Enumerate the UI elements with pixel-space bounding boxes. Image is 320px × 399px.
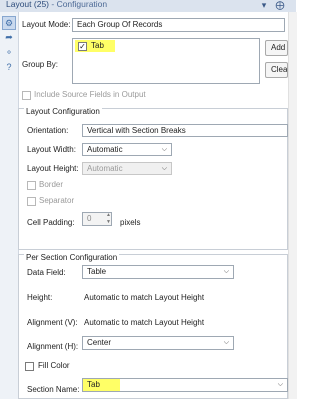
chevron-down-icon: ⌵ bbox=[161, 146, 167, 153]
separator-label: Separator bbox=[39, 196, 75, 205]
tag-icon[interactable]: ⚬ bbox=[3, 46, 15, 58]
data-field-dropdown[interactable]: Table ⌵ bbox=[82, 265, 234, 279]
group-by-label: Group By: bbox=[22, 60, 59, 69]
vertical-scrollbar[interactable] bbox=[288, 12, 297, 399]
window-title-bar: Layout (25) - Configuration ▾ ⨁ bbox=[0, 0, 296, 12]
clear-button[interactable]: Clear bbox=[265, 62, 288, 78]
layout-mode-field[interactable]: Each Group Of Records bbox=[72, 18, 285, 32]
layout-height-dropdown[interactable]: Automatic ⌵ bbox=[82, 162, 172, 175]
arrow-circle-icon[interactable]: ➦ bbox=[3, 31, 15, 43]
tool-sidebar: ⚙ ➦ ⚬ ? bbox=[0, 12, 19, 399]
stepper-arrows-icon[interactable]: ▲ ▼ bbox=[105, 212, 112, 226]
height-label: Height: bbox=[27, 293, 53, 302]
chevron-down-icon: ⌵ bbox=[223, 339, 229, 346]
orientation-field[interactable]: Vertical with Section Breaks bbox=[82, 124, 288, 137]
alignment-v-value: Automatic to match Layout Height bbox=[84, 318, 205, 327]
cell-padding-label: Cell Padding: bbox=[27, 218, 75, 227]
include-source-checkbox[interactable] bbox=[22, 91, 31, 100]
chevron-down-icon[interactable]: ▾ bbox=[259, 0, 269, 11]
alignment-v-label: Alignment (V): bbox=[27, 318, 78, 327]
layout-mode-label: Layout Mode: bbox=[22, 20, 71, 29]
tab-checkbox[interactable]: ✓ bbox=[78, 42, 87, 51]
gear-icon[interactable]: ⚙ bbox=[2, 16, 16, 30]
chevron-down-icon: ⌵ bbox=[277, 381, 283, 388]
layout-width-value: Automatic bbox=[87, 145, 123, 154]
group-by-list[interactable]: ✓ Tab bbox=[72, 38, 260, 84]
include-source-label: Include Source Fields in Output bbox=[34, 90, 146, 99]
fill-color-checkbox[interactable] bbox=[25, 362, 34, 371]
pin-icon[interactable]: ⨁ bbox=[275, 0, 285, 11]
layout-height-label: Layout Height: bbox=[27, 164, 79, 173]
fill-color-label: Fill Color bbox=[38, 361, 70, 370]
cell-padding-value: 0 bbox=[87, 214, 92, 223]
chevron-down-icon: ⌵ bbox=[161, 165, 167, 172]
list-item-label: Tab bbox=[91, 41, 104, 50]
section-name-value: Tab bbox=[83, 379, 120, 391]
alignment-h-label: Alignment (H): bbox=[27, 342, 79, 351]
layout-width-dropdown[interactable]: Automatic ⌵ bbox=[82, 143, 172, 156]
border-checkbox[interactable] bbox=[27, 181, 36, 190]
add-button[interactable]: Add bbox=[265, 40, 288, 56]
height-value: Automatic to match Layout Height bbox=[84, 293, 205, 302]
border-label: Border bbox=[39, 180, 64, 189]
section-name-label: Section Name: bbox=[27, 385, 80, 394]
alignment-h-dropdown[interactable]: Center ⌵ bbox=[82, 336, 234, 350]
cell-padding-unit: pixels bbox=[120, 218, 141, 227]
chevron-down-icon: ⌵ bbox=[223, 268, 229, 275]
layout-configuration-header: Layout Configuration bbox=[24, 107, 102, 116]
layout-height-value: Automatic bbox=[87, 164, 123, 173]
section-configuration-header: Per Section Configuration bbox=[24, 253, 120, 262]
data-field-value: Table bbox=[87, 267, 107, 276]
data-field-label: Data Field: bbox=[27, 268, 66, 277]
section-name-dropdown[interactable]: Tab ⌵ bbox=[82, 378, 288, 392]
layout-width-label: Layout Width: bbox=[27, 145, 76, 154]
alignment-h-value: Center bbox=[87, 338, 112, 347]
window-title: Layout (25) - Configuration bbox=[6, 0, 108, 9]
separator-checkbox[interactable] bbox=[27, 197, 36, 206]
help-icon[interactable]: ? bbox=[3, 61, 15, 73]
orientation-label: Orientation: bbox=[27, 126, 69, 135]
list-item[interactable]: ✓ Tab bbox=[75, 40, 115, 52]
